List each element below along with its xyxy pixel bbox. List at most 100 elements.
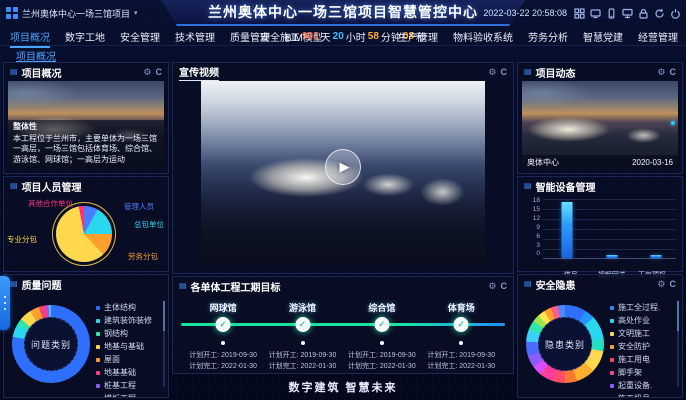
refresh-icon[interactable]: C <box>501 68 508 77</box>
legend-item: 脚手架 <box>610 366 672 379</box>
panel-icon: ▤ <box>10 68 18 76</box>
power-icon[interactable] <box>670 8 681 19</box>
panel-icon: ▤ <box>524 68 532 76</box>
legend-item: 屋面 <box>96 353 158 366</box>
panel-icon: ▤ <box>10 280 18 288</box>
video-preview-image: ▶ <box>201 81 485 263</box>
datetime-label: 2022-03-22 20:58:08 <box>483 8 567 18</box>
nav-right-tabs: 生产管理 物料验收系统 劳务分析 智慧党建 经营管理 <box>398 26 678 46</box>
milestone-dot <box>459 341 463 345</box>
tab-project-overview[interactable]: 项目概况 <box>10 29 50 44</box>
safety-donut-chart[interactable]: 隐患类别 <box>526 305 604 383</box>
panel-personnel-mgmt: ▤ 项目人员管理 其他合作单位 管理人员 总包单位 劳务分包 专业分包 <box>3 176 169 272</box>
bar-video-gateway[interactable] <box>607 255 618 258</box>
milestone-check-node[interactable]: ✓ <box>374 317 389 332</box>
monitor-icon[interactable] <box>590 8 601 19</box>
plan-start-date: 计划开工: 2019-09-30 <box>348 351 416 362</box>
legend-item: 施工全过程. <box>610 301 672 314</box>
panel-project-dynamics: ▤ 项目动态 ⚙ C 奥体中心 2020-03-16 <box>517 62 683 174</box>
refresh-icon[interactable]: C <box>670 280 677 289</box>
milestone-dates: 计划开工: 2019-09-30 计划完工: 2022-01-30 <box>269 351 337 372</box>
tab-digital-site[interactable]: 数字工地 <box>65 29 105 44</box>
legend-item: 建筑装饰装修 <box>96 314 158 327</box>
panel-header: ▤ 项目概况 ⚙ C <box>4 63 168 81</box>
milestone-dates: 计划开工: 2019-09-30 计划完工: 2022-01-30 <box>189 351 257 372</box>
gear-icon[interactable]: ⚙ <box>143 68 151 77</box>
phone-icon[interactable] <box>606 8 617 19</box>
check-icon: ✓ <box>299 320 307 329</box>
tab-safety-mgmt[interactable]: 安全管理 <box>120 29 160 44</box>
milestone-check-node[interactable]: ✓ <box>216 317 231 332</box>
panel-project-overview: ▤ 项目概况 ⚙ C 整体性 本工程位于兰州市，主要单体为一场三馆一高层，一场三… <box>3 62 169 174</box>
footer-slogan: 数字建筑 智慧未来 <box>0 379 686 395</box>
breadcrumb[interactable]: 项目概况 <box>16 48 56 63</box>
plan-start-date: 计划开工: 2019-09-30 <box>189 351 257 362</box>
refresh-icon[interactable]: C <box>670 68 677 77</box>
dynamics-photo: 奥体中心 2020-03-16 <box>522 81 678 169</box>
panel-title: 项目动态 <box>536 65 576 80</box>
milestone-check-node[interactable]: ✓ <box>454 317 469 332</box>
legend-item: 高处作业 <box>610 314 672 327</box>
panel-header: ▤ 智能设备管理 <box>518 177 682 195</box>
gear-icon[interactable]: ⚙ <box>657 280 665 289</box>
desktop-icon[interactable] <box>622 8 633 19</box>
refresh-icon[interactable] <box>654 8 665 19</box>
floating-side-tab[interactable] <box>0 276 10 330</box>
pie[interactable] <box>56 206 112 262</box>
bar-tower-crane[interactable] <box>561 202 572 258</box>
overview-heading: 整体性 <box>13 122 159 133</box>
panel-smart-devices: ▤ 智能设备管理 18 15 12 9 6 3 0 塔吊 视频网关 天气预报 <box>517 176 683 272</box>
legend-scrollbar[interactable] <box>163 301 165 387</box>
bar-weather[interactable] <box>651 255 662 258</box>
play-button[interactable]: ▶ <box>325 149 361 185</box>
milestone-check-node[interactable]: ✓ <box>295 317 310 332</box>
tab-material-acceptance[interactable]: 物料验收系统 <box>453 29 513 44</box>
page-title: 兰州奥体中心一场三馆项目智慧管控中心 <box>208 4 478 20</box>
gear-icon[interactable]: ⚙ <box>657 68 665 77</box>
milestone-name: 体育场 <box>448 301 475 314</box>
quality-donut-chart[interactable]: 问题类别 <box>12 305 90 383</box>
chevron-down-icon: ▾ <box>134 9 138 17</box>
gear-icon[interactable]: ⚙ <box>488 68 496 77</box>
photo-caption-bar: 奥体中心 2020-03-16 <box>522 155 678 169</box>
tab-tech-mgmt[interactable]: 技术管理 <box>175 29 215 44</box>
top-bar: 兰州奥体中心一场三馆项目 ▾ 兰州奥体中心一场三馆项目智慧管控中心 2022-0… <box>0 0 686 26</box>
legend-scrollbar[interactable] <box>677 301 679 387</box>
counter-days: 901 <box>302 31 319 42</box>
pie-label-other-partners: 其他合作单位 <box>28 198 73 209</box>
legend-item: 地基基础 <box>96 366 158 379</box>
panel-title: 项目概况 <box>22 65 62 80</box>
panel-header: ▤ 项目动态 ⚙ C <box>518 63 682 81</box>
pie-label-general-contractor: 总包单位 <box>134 219 164 230</box>
schedule-timeline: 网球馆 ✓ 计划开工: 2019-09-30 计划完工: 2022-01-30 … <box>181 299 505 373</box>
photo-date: 2020-03-16 <box>632 158 673 167</box>
apps-icon[interactable] <box>574 8 585 19</box>
tab-business-mgmt[interactable]: 经营管理 <box>638 29 678 44</box>
tab-labor-analysis[interactable]: 劳务分析 <box>528 29 568 44</box>
tab-smart-party[interactable]: 智慧党建 <box>583 29 623 44</box>
lock-icon[interactable] <box>638 8 649 19</box>
plan-end-date: 计划完工: 2022-01-30 <box>348 362 416 373</box>
milestone-name: 游泳馆 <box>289 301 316 314</box>
panel-header: ▤ 项目人员管理 <box>4 177 168 195</box>
tab-production-mgmt[interactable]: 生产管理 <box>398 29 438 44</box>
overview-body: 本工程位于兰州市，主要单体为一场三馆一高层，一场三馆包括体育场、综合馆、游泳馆、… <box>13 134 159 166</box>
plan-start-date: 计划开工: 2019-09-30 <box>427 351 495 362</box>
legend-item: 主体结构 <box>96 301 158 314</box>
carousel-dot[interactable] <box>671 121 675 125</box>
personnel-pie-chart: 其他合作单位 管理人员 总包单位 劳务分包 专业分包 <box>4 195 168 271</box>
legend-item: 地基与基础 <box>96 340 158 353</box>
refresh-icon[interactable]: C <box>156 68 163 77</box>
panel-header: ▤ 各单体工程工期目标 ⚙ C <box>173 277 513 295</box>
refresh-icon[interactable]: C <box>501 282 508 291</box>
plan-end-date: 计划完工: 2022-01-30 <box>427 362 495 373</box>
panel-title: 项目人员管理 <box>22 179 82 194</box>
donut-center-label: 问题类别 <box>31 338 71 351</box>
counter-hours: 20 <box>333 31 344 42</box>
panel-icon: ▤ <box>10 182 18 190</box>
project-selector[interactable]: 兰州奥体中心一场三馆项目 ▾ <box>6 0 138 26</box>
gear-icon[interactable]: ⚙ <box>488 282 496 291</box>
top-right-tools: 2022-03-22 20:58:08 <box>483 0 681 26</box>
legend-item: 安全防护 <box>610 340 672 353</box>
milestone-dates: 计划开工: 2019-09-30 计划完工: 2022-01-30 <box>348 351 416 372</box>
